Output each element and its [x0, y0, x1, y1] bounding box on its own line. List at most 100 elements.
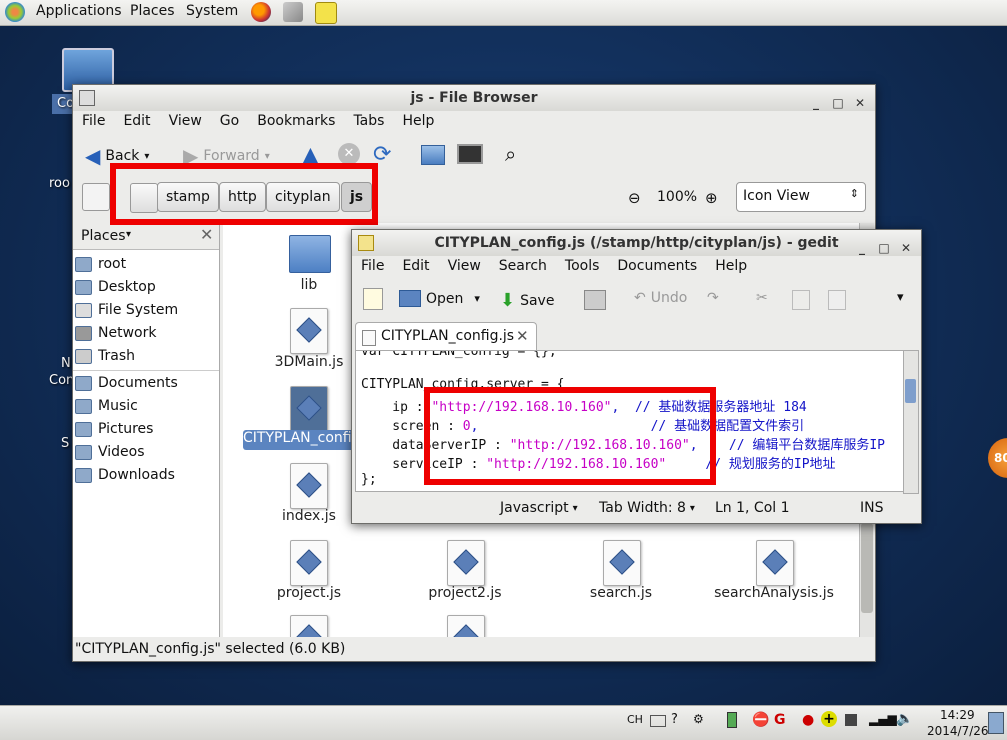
tab-width-select[interactable]: Tab Width: 8 ▾	[599, 500, 695, 516]
sidebar-item-videos[interactable]: Videos	[75, 444, 145, 460]
maximize-icon[interactable]: □	[831, 90, 845, 116]
binoculars-icon[interactable]: ⌕	[505, 142, 516, 166]
file-label[interactable]: index.js	[259, 508, 359, 524]
menu-tabs[interactable]: Tabs	[353, 113, 384, 129]
add-icon[interactable]: +	[821, 711, 837, 727]
js-file-icon[interactable]	[447, 615, 485, 637]
js-file-icon[interactable]	[290, 308, 328, 354]
clock-date[interactable]: 2014/7/26	[927, 724, 989, 738]
file-label[interactable]: searchAnalysis.js	[709, 585, 839, 601]
save-button[interactable]: ⬇ Save	[500, 290, 554, 311]
sidebar-item-trash[interactable]: Trash	[75, 348, 135, 364]
menu-bookmarks[interactable]: Bookmarks	[257, 113, 335, 129]
clock-time[interactable]: 14:29	[940, 708, 975, 722]
gedit-titlebar[interactable]: CITYPLAN_config.js (/stamp/http/cityplan…	[352, 230, 921, 256]
places-header[interactable]: Places ▾ ✕	[73, 223, 219, 250]
language-select[interactable]: Javascript ▾	[500, 500, 578, 516]
signal-icon[interactable]: ▂▄▆	[869, 712, 897, 726]
computer-icon[interactable]	[457, 144, 483, 164]
menu-search[interactable]: Search	[499, 258, 547, 274]
js-file-icon[interactable]	[756, 540, 794, 586]
ime-indicator[interactable]: CH	[627, 713, 643, 726]
gedit-app-icon[interactable]	[358, 235, 374, 251]
edit-location-icon[interactable]	[82, 183, 110, 211]
sidebar-item-file-system[interactable]: File System	[75, 302, 178, 318]
gnome-foot-icon[interactable]	[5, 2, 25, 22]
close-icon[interactable]: ✕	[853, 90, 867, 116]
stop-icon[interactable]: ✕	[338, 143, 360, 165]
battery-icon[interactable]	[727, 712, 737, 728]
app-icon[interactable]	[845, 714, 857, 726]
help-icon[interactable]: ?	[671, 712, 678, 727]
firefox-icon[interactable]	[251, 2, 271, 22]
file-label[interactable]: project2.js	[415, 585, 515, 601]
sidebar-item-music[interactable]: Music	[75, 398, 138, 414]
keyboard-icon[interactable]	[650, 715, 666, 727]
menu-view[interactable]: View	[169, 113, 202, 129]
close-tab-icon[interactable]: ✕	[516, 327, 529, 345]
close-icon[interactable]: ✕	[899, 235, 913, 261]
app-g-icon[interactable]: G	[774, 712, 786, 728]
js-file-icon[interactable]	[290, 615, 328, 637]
js-file-icon[interactable]	[290, 386, 328, 432]
editor-scrollbar[interactable]	[903, 350, 919, 494]
zoom-out-icon[interactable]: ⊖	[628, 189, 641, 207]
menu-file[interactable]: File	[82, 113, 105, 129]
tools-icon[interactable]: ⚙	[693, 712, 704, 726]
view-mode-select[interactable]: Icon View ⇕	[736, 182, 866, 212]
menu-view[interactable]: View	[448, 258, 481, 274]
file-label[interactable]: lib	[259, 277, 359, 293]
scrollbar-thumb[interactable]	[861, 523, 873, 613]
chevron-down-icon[interactable]: ▾	[897, 290, 904, 305]
sidebar-item-downloads[interactable]: Downloads	[75, 467, 175, 483]
alert-icon[interactable]: ●	[802, 712, 814, 728]
close-sidebar-icon[interactable]: ✕	[200, 225, 213, 244]
sidebar-item-pictures[interactable]: Pictures	[75, 421, 153, 437]
file-label[interactable]: project.js	[259, 585, 359, 601]
maximize-icon[interactable]: □	[877, 235, 891, 261]
js-file-icon[interactable]	[290, 540, 328, 586]
system-menu[interactable]: System	[186, 3, 238, 19]
paste-icon[interactable]	[828, 290, 846, 310]
menu-go[interactable]: Go	[220, 113, 239, 129]
scrollbar-thumb[interactable]	[905, 379, 916, 403]
menu-edit[interactable]: Edit	[123, 113, 150, 129]
undo-button[interactable]: ↶ Undo	[634, 290, 687, 306]
file-label[interactable]: search.js	[571, 585, 671, 601]
js-file-icon[interactable]	[290, 463, 328, 509]
redo-icon[interactable]: ↷	[707, 290, 719, 306]
print-icon[interactable]	[584, 290, 606, 310]
sidebar-item-desktop[interactable]: Desktop	[75, 279, 156, 295]
tab-cityplan-config[interactable]: CITYPLAN_config.js ✕	[355, 322, 537, 351]
cut-icon[interactable]: ✂	[756, 290, 768, 306]
menu-documents[interactable]: Documents	[617, 258, 697, 274]
menu-edit[interactable]: Edit	[402, 258, 429, 274]
volume-icon[interactable]: 🔈	[896, 711, 913, 727]
menu-help[interactable]: Help	[715, 258, 747, 274]
minimize-icon[interactable]: _	[855, 235, 869, 261]
places-menu[interactable]: Places	[130, 3, 175, 19]
new-document-icon[interactable]	[363, 288, 383, 310]
menu-help[interactable]: Help	[402, 113, 434, 129]
file-browser-titlebar[interactable]: js - File Browser _ □ ✕	[73, 85, 875, 111]
menu-file[interactable]: File	[361, 258, 384, 274]
minimize-icon[interactable]: _	[809, 90, 823, 116]
stop-icon[interactable]: ⛔	[752, 712, 769, 728]
sidebar-item-network[interactable]: Network	[75, 325, 156, 341]
open-button[interactable]: Open ▾	[399, 290, 480, 307]
applications-menu[interactable]: Applications	[36, 3, 122, 19]
home-icon[interactable]	[421, 145, 445, 165]
js-file-icon[interactable]	[447, 540, 485, 586]
sidebar-item-documents[interactable]: Documents	[75, 375, 178, 391]
file-label-selected[interactable]: CITYPLAN_config	[243, 430, 355, 450]
notes-icon[interactable]	[315, 2, 337, 24]
folder-icon[interactable]	[289, 235, 331, 273]
zoom-in-icon[interactable]: ⊕	[705, 189, 718, 207]
sidebar-item-root[interactable]: root	[75, 256, 126, 272]
file-label[interactable]: 3DMain.js	[259, 354, 359, 370]
window-menu-icon[interactable]	[79, 90, 95, 106]
copy-icon[interactable]	[792, 290, 810, 310]
js-file-icon[interactable]	[603, 540, 641, 586]
menu-tools[interactable]: Tools	[565, 258, 600, 274]
mail-icon[interactable]	[283, 2, 303, 22]
